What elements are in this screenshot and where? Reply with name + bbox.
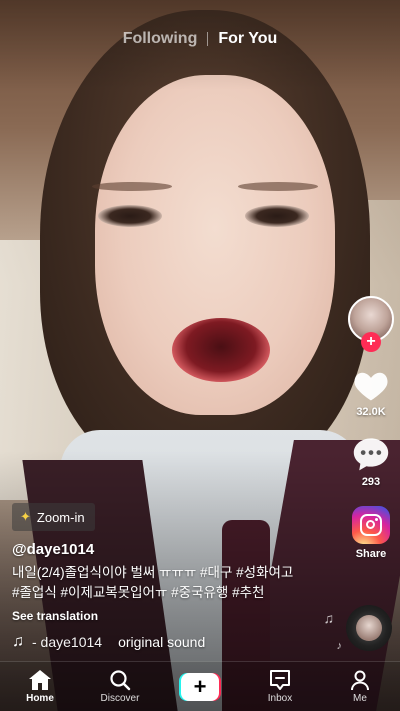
magic-wand-icon: ✦ <box>20 509 31 524</box>
nav-home[interactable]: Home <box>5 669 75 704</box>
video-subject-eye <box>245 205 309 227</box>
video-subject-brow <box>92 182 172 191</box>
home-icon <box>29 670 51 690</box>
effect-tag[interactable]: ✦ Zoom-in <box>12 503 95 531</box>
create-button[interactable]: + <box>179 672 221 701</box>
follow-plus-icon[interactable]: + <box>361 332 381 352</box>
sound-author: - daye1014 <box>32 634 103 650</box>
bottom-nav: Home Discover + Inbox Me <box>0 661 400 711</box>
nav-discover-label: Discover <box>100 693 140 704</box>
inbox-icon <box>270 670 290 690</box>
effect-label: Zoom-in <box>36 509 85 525</box>
nav-home-label: Home <box>26 693 54 704</box>
sound-disc-cover <box>356 615 382 641</box>
music-note-icon: ♪ <box>336 640 343 652</box>
caption-line: #졸업식 #이제교복못입어ㅠ #중국유행 #추천 <box>12 585 265 600</box>
nav-discover[interactable]: Discover <box>85 669 155 704</box>
nav-create[interactable]: + <box>165 672 235 701</box>
tab-divider <box>207 32 209 46</box>
instagram-icon[interactable] <box>352 506 390 544</box>
nav-me-label: Me <box>353 693 367 704</box>
tab-for-you[interactable]: For You <box>218 30 277 48</box>
caption-line: 내일(2/4)졸업식이야 벌써 ㅠㅠㅠ #대구 #성화여고 <box>12 565 294 580</box>
nav-inbox[interactable]: Inbox <box>245 669 315 704</box>
feed-tabs: Following For You <box>0 30 400 48</box>
profile-icon <box>351 670 369 691</box>
nav-me[interactable]: Me <box>325 669 395 704</box>
creator-avatar-button[interactable]: + <box>348 296 394 352</box>
search-icon <box>110 670 131 691</box>
sound-title: original sound <box>118 634 206 650</box>
like-button[interactable]: 32.0K <box>352 368 390 418</box>
like-count: 32.0K <box>356 406 386 418</box>
tab-following[interactable]: Following <box>123 30 198 48</box>
video-caption: 내일(2/4)졸업식이야 벌써 ㅠㅠㅠ #대구 #성화여고 #졸업식 #이제교복… <box>12 563 312 603</box>
sound-info[interactable]: ♫ - daye1014 original sound <box>12 633 205 651</box>
comment-count: 293 <box>361 476 381 488</box>
share-label: Share <box>355 548 387 560</box>
video-subject-brow <box>238 182 318 191</box>
action-rail: + 32.0K 293 Share <box>348 296 394 578</box>
creator-username[interactable]: @daye1014 <box>12 541 94 558</box>
sound-marquee[interactable]: - daye1014 original sound <box>32 634 205 650</box>
heart-icon[interactable] <box>352 368 390 402</box>
see-translation-link[interactable]: See translation <box>12 609 98 623</box>
nav-inbox-label: Inbox <box>267 693 293 704</box>
video-player[interactable] <box>0 0 400 711</box>
plus-icon: + <box>181 672 219 701</box>
video-subject-mouth <box>172 318 270 382</box>
music-note-icon: ♫ <box>12 633 24 650</box>
sound-disc-button[interactable] <box>346 605 392 651</box>
music-note-icon: ♫ <box>323 610 335 626</box>
instagram-glyph <box>360 514 382 536</box>
share-button[interactable]: Share <box>352 506 390 560</box>
comment-button[interactable]: 293 <box>352 436 390 488</box>
comment-icon[interactable] <box>352 436 390 472</box>
video-subject-eye <box>98 205 162 227</box>
